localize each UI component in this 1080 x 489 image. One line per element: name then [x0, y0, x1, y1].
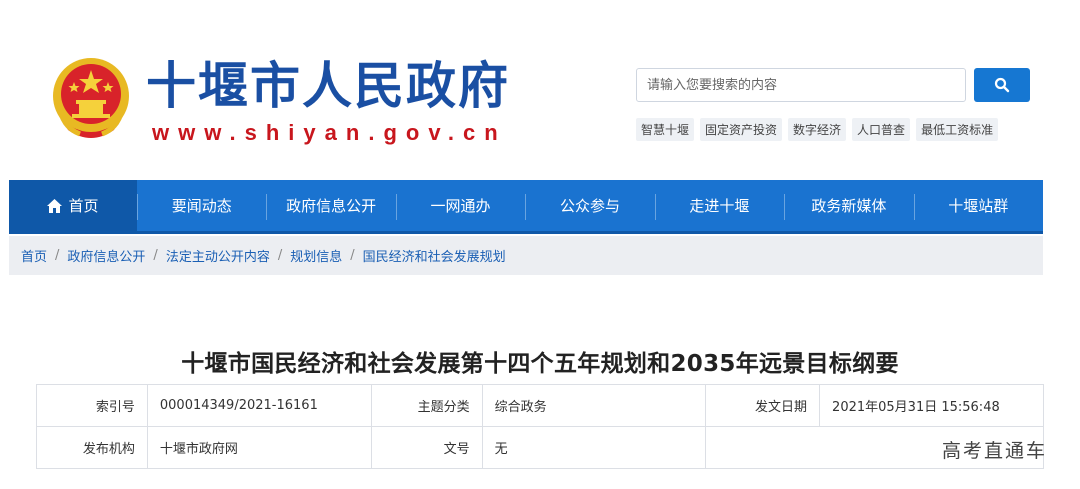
breadcrumb: 首页 / 政府信息公开 / 法定主动公开内容 / 规划信息 / 国民经济和社会发… [9, 236, 1043, 275]
index-label: 索引号 [36, 384, 148, 427]
page-title: 十堰市国民经济和社会发展第十四个五年规划和2035年远景目标纲要 [181, 351, 899, 377]
index-value: 000014349/2021-16161 [146, 384, 372, 427]
topic-value: 综合政务 [481, 384, 707, 427]
main-nav: 首页 要闻动态 政府信息公开 一网通办 公众参与 走进十堰 政务新媒体 十堰站群 [9, 180, 1043, 234]
breadcrumb-item[interactable]: 首页 [21, 246, 47, 265]
table-row: 发布机构 十堰市政府网 文号 无 [36, 426, 1044, 469]
breadcrumb-item[interactable]: 法定主动公开内容 [166, 246, 270, 265]
national-emblem-icon [53, 58, 129, 138]
hot-link[interactable]: 数字经济 [788, 118, 847, 141]
nav-item-news[interactable]: 要闻动态 [137, 180, 266, 231]
date-label: 发文日期 [705, 384, 821, 427]
table-row: 索引号 000014349/2021-16161 主题分类 综合政务 发文日期 … [36, 384, 1044, 427]
hot-link[interactable]: 人口普查 [852, 118, 911, 141]
nav-item-about[interactable]: 走进十堰 [654, 180, 784, 231]
date-value: 2021年05月31日 15:56:48 [819, 384, 1044, 427]
home-icon [47, 198, 63, 213]
breadcrumb-separator: / [153, 248, 158, 263]
docno-label: 文号 [370, 426, 483, 469]
breadcrumb-item[interactable]: 国民经济和社会发展规划 [363, 246, 506, 265]
breadcrumb-item[interactable]: 规划信息 [290, 246, 342, 265]
search-icon [994, 77, 1010, 93]
breadcrumb-separator: / [277, 248, 283, 263]
watermark: 高考直通车 [942, 440, 1048, 462]
search-button[interactable] [974, 68, 1030, 102]
site-header: 十堰市人民政府 www.shiyan.gov.cn 智慧十堰 固定资产投资 数字… [0, 0, 1080, 178]
hot-links: 智慧十堰 固定资产投资 数字经济 人口普查 最低工资标准 [636, 118, 999, 141]
nav-item-gov-info[interactable]: 政府信息公开 [266, 180, 395, 231]
breadcrumb-separator: / [55, 248, 60, 263]
docno-value: 无 [481, 426, 707, 469]
site-title[interactable]: 十堰市人民政府 [146, 58, 510, 114]
nav-item-site-group[interactable]: 十堰站群 [913, 180, 1043, 231]
site-url[interactable]: www.shiyan.gov.cn [152, 120, 507, 146]
topic-label: 主题分类 [370, 384, 483, 427]
hot-link[interactable]: 最低工资标准 [916, 118, 999, 141]
nav-item-services[interactable]: 一网通办 [395, 180, 525, 231]
breadcrumb-item[interactable]: 政府信息公开 [67, 246, 145, 265]
org-value: 十堰市政府网 [146, 426, 372, 469]
breadcrumb-separator: / [350, 248, 355, 263]
hot-link[interactable]: 智慧十堰 [636, 118, 695, 141]
nav-item-participation[interactable]: 公众参与 [525, 180, 654, 231]
nav-item-new-media[interactable]: 政务新媒体 [784, 180, 913, 231]
org-label: 发布机构 [36, 426, 148, 469]
hot-link[interactable]: 固定资产投资 [700, 118, 783, 141]
search-input[interactable] [636, 68, 966, 102]
nav-item-label: 首页 [68, 197, 99, 215]
nav-item-home[interactable]: 首页 [9, 180, 137, 231]
document-info-table: 索引号 000014349/2021-16161 主题分类 综合政务 发文日期 … [36, 384, 1044, 469]
